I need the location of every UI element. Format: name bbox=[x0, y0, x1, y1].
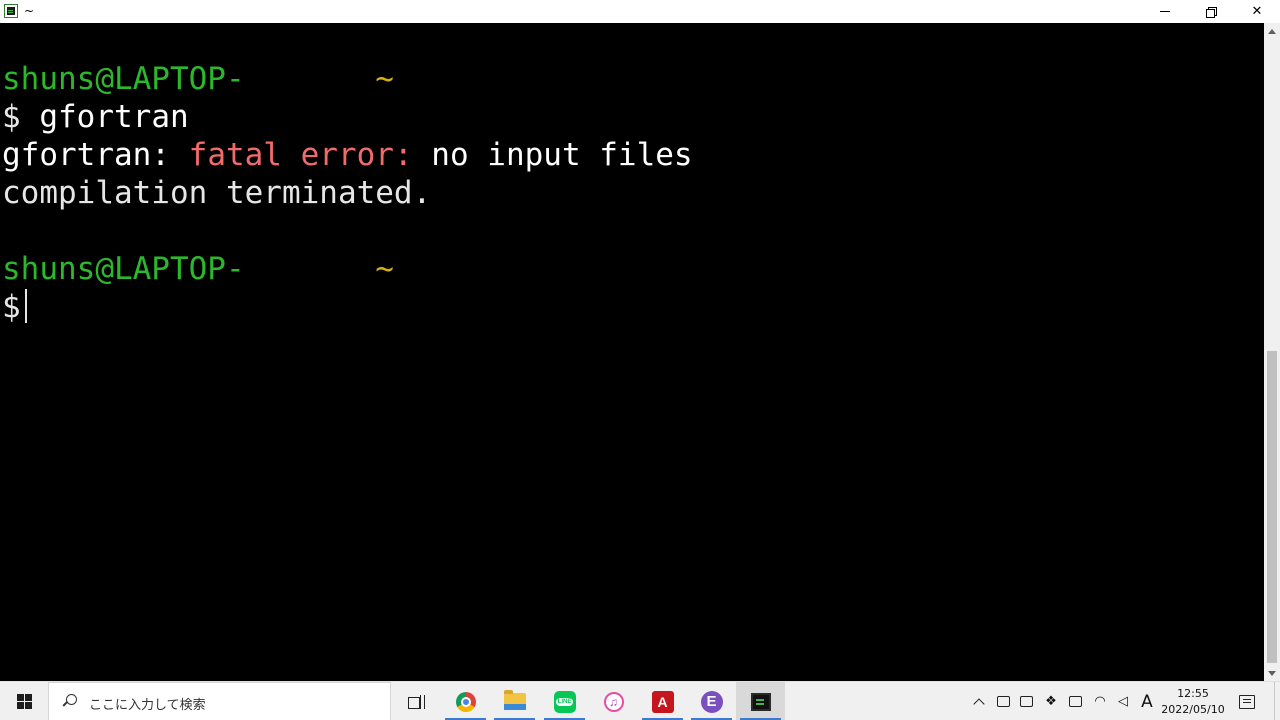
dropbox-icon: ❖ bbox=[1045, 694, 1057, 709]
minimize-button[interactable] bbox=[1142, 0, 1188, 23]
error-label: fatal error: bbox=[188, 137, 413, 173]
prompt-symbol: $ bbox=[2, 289, 21, 325]
chevron-up-icon bbox=[973, 698, 985, 710]
text-cursor bbox=[24, 289, 27, 323]
search-placeholder: ここに入力して検索 bbox=[89, 698, 206, 713]
terminal-area[interactable]: shuns@LAPTOP- ~ $ gfortran gfortran: fat… bbox=[0, 23, 1264, 681]
minimize-icon bbox=[1160, 11, 1170, 12]
emacs-icon: E bbox=[700, 690, 723, 713]
windows-logo-icon bbox=[16, 694, 32, 709]
close-button[interactable]: ✕ bbox=[1234, 0, 1280, 23]
prompt-symbol: $ bbox=[2, 99, 21, 135]
clock[interactable]: 12:55 2022/05/10 bbox=[1158, 682, 1228, 720]
tray-meet-now[interactable] bbox=[992, 682, 1014, 720]
itunes-taskbar-button[interactable]: ♫ bbox=[589, 682, 638, 720]
line-icon: LINE bbox=[553, 690, 576, 713]
line-taskbar-button[interactable]: LINE bbox=[540, 682, 589, 720]
terminal-icon bbox=[750, 692, 771, 711]
prompt-header-line: shuns@LAPTOP- ~ bbox=[2, 250, 394, 288]
restore-icon bbox=[1206, 6, 1217, 18]
wifi-icon: ◠ bbox=[1094, 694, 1106, 709]
error-program: gfortran: bbox=[2, 137, 170, 173]
restore-button[interactable] bbox=[1188, 0, 1234, 23]
user-host: shuns@LAPTOP- bbox=[2, 61, 245, 97]
search-icon bbox=[63, 694, 77, 708]
show-desktop-button[interactable] bbox=[1274, 682, 1280, 720]
tray-battery[interactable] bbox=[1064, 682, 1086, 720]
acrobat-icon: A bbox=[651, 690, 674, 713]
itunes-icon: ♫ bbox=[603, 691, 624, 712]
search-box[interactable]: ここに入力して検索 bbox=[48, 682, 391, 720]
vertical-scrollbar[interactable] bbox=[1264, 23, 1280, 681]
chrome-icon bbox=[455, 691, 476, 712]
task-view-button[interactable] bbox=[391, 682, 440, 720]
speaker-icon: ◁ bbox=[1118, 694, 1128, 709]
battery-icon bbox=[1068, 696, 1082, 707]
window-title: ~ bbox=[24, 4, 35, 18]
notification-icon bbox=[1239, 694, 1255, 709]
task-view-icon bbox=[407, 694, 425, 709]
explorer-taskbar-button[interactable] bbox=[490, 682, 539, 720]
scroll-thumb[interactable] bbox=[1267, 351, 1277, 663]
prompt-header-line: shuns@LAPTOP- ~ bbox=[2, 60, 394, 98]
output-line: compilation terminated. bbox=[2, 175, 432, 211]
scroll-down-icon[interactable] bbox=[1264, 665, 1280, 681]
tray-network[interactable]: ◠ bbox=[1089, 682, 1111, 720]
start-button[interactable] bbox=[0, 682, 48, 720]
clock-time: 12:55 bbox=[1177, 686, 1209, 700]
close-icon: ✕ bbox=[1251, 4, 1263, 19]
show-hidden-icons-button[interactable] bbox=[968, 682, 990, 720]
chrome-taskbar-button[interactable] bbox=[441, 682, 490, 720]
command-line: $ gfortran bbox=[2, 98, 189, 136]
file-explorer-icon bbox=[503, 690, 526, 710]
tray-remote[interactable] bbox=[1015, 682, 1037, 720]
error-message: no input files bbox=[431, 137, 693, 173]
error-line: gfortran: fatal error: no input files bbox=[2, 136, 693, 174]
title-bar: ~ ✕ bbox=[0, 0, 1280, 23]
terminal-app-icon[interactable] bbox=[4, 4, 18, 18]
scroll-up-icon[interactable] bbox=[1264, 23, 1280, 39]
tray-volume[interactable]: ◁ bbox=[1112, 682, 1134, 720]
ime-mode-indicator[interactable]: A bbox=[1136, 682, 1158, 720]
mintty-taskbar-button[interactable] bbox=[736, 682, 785, 720]
emacs-taskbar-button[interactable]: E bbox=[687, 682, 736, 720]
cwd-path: ~ bbox=[375, 251, 394, 287]
clock-date: 2022/05/10 bbox=[1161, 702, 1225, 716]
input-line[interactable]: $ bbox=[2, 288, 27, 326]
user-host: shuns@LAPTOP- bbox=[2, 251, 245, 287]
remote-desktop-icon bbox=[1019, 696, 1033, 707]
taskbar: ここに入力して検索 LINE ♫ A E ❖ ◠ ◁ A 12:55 2022/… bbox=[0, 681, 1280, 720]
cwd-path: ~ bbox=[375, 61, 394, 97]
tray-dropbox[interactable]: ❖ bbox=[1040, 682, 1062, 720]
camera-icon bbox=[996, 696, 1010, 707]
action-center-button[interactable] bbox=[1234, 682, 1260, 720]
acrobat-taskbar-button[interactable]: A bbox=[638, 682, 687, 720]
command-text: gfortran bbox=[39, 99, 189, 135]
